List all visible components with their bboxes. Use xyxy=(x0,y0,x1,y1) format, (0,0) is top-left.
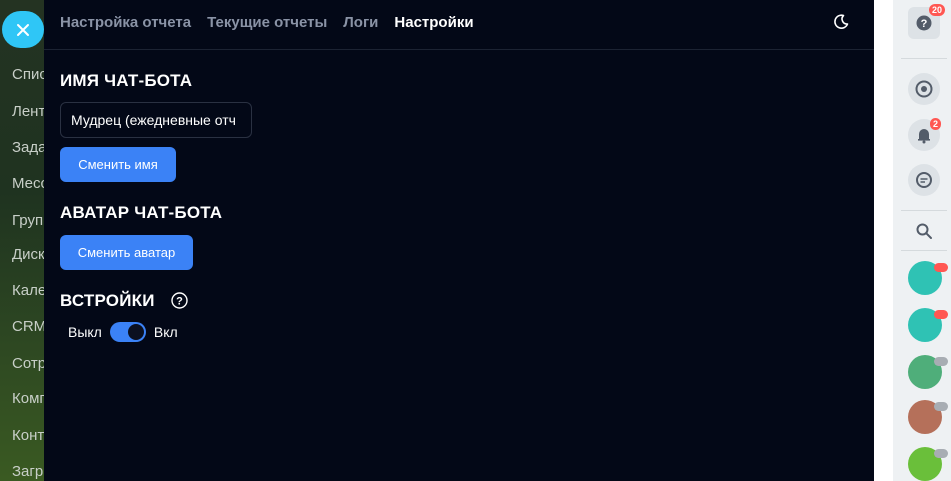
chat-icon xyxy=(916,172,932,188)
toolbar-separator xyxy=(901,250,947,251)
search-button[interactable] xyxy=(908,215,940,247)
bg-sidebar-item: Комп xyxy=(12,390,48,407)
close-button[interactable] xyxy=(2,11,44,48)
avatar-badge xyxy=(934,357,948,366)
close-icon xyxy=(17,23,29,36)
avatar-badge xyxy=(934,402,948,411)
settings-panel: Настройка отчета Текущие отчеты Логи Нас… xyxy=(44,0,874,481)
chat-button[interactable] xyxy=(908,164,940,196)
bot-name-input[interactable] xyxy=(60,102,252,138)
toolbar-separator xyxy=(901,58,947,59)
toggle-knob xyxy=(127,324,144,340)
bg-sidebar-item: Лент xyxy=(12,103,46,120)
avatar-badge xyxy=(934,263,948,272)
tab-settings[interactable]: Настройки xyxy=(394,14,473,31)
help-badge: 20 xyxy=(929,4,946,16)
embed-toggle-switch[interactable] xyxy=(109,322,146,342)
bg-sidebar-item: Кале xyxy=(12,282,47,299)
bot-avatar-heading: АВАТАР ЧАТ-БОТА xyxy=(60,203,223,222)
change-name-button[interactable]: Сменить имя xyxy=(60,147,176,182)
bg-sidebar-item: Спис xyxy=(12,66,47,83)
tab-report-setup[interactable]: Настройка отчета xyxy=(60,14,191,31)
avatar-badge xyxy=(934,310,948,319)
tab-logs[interactable]: Логи xyxy=(343,14,378,31)
change-avatar-button[interactable]: Сменить аватар xyxy=(60,235,193,270)
bg-sidebar-item: Груп xyxy=(12,212,44,229)
header-divider xyxy=(44,49,874,50)
tab-current-reports[interactable]: Текущие отчеты xyxy=(207,14,327,31)
panel-gap xyxy=(874,0,893,481)
bg-sidebar-item: Месс xyxy=(12,175,49,192)
bg-sidebar-item: Диск xyxy=(12,246,45,263)
bg-sidebar-item: Загр xyxy=(12,463,44,480)
avatar-badge xyxy=(934,449,948,458)
bg-sidebar-item: Сотр xyxy=(12,355,47,372)
bot-name-heading: ИМЯ ЧАТ-БОТА xyxy=(60,71,193,90)
embed-toggle-row: Выкл Вкл xyxy=(68,322,178,342)
dark-mode-moon-icon[interactable] xyxy=(832,13,850,31)
svg-text:?: ? xyxy=(176,296,183,308)
help-icon[interactable]: ? xyxy=(171,292,188,309)
bell-icon xyxy=(918,129,930,144)
bg-sidebar-item: Зада xyxy=(12,139,47,156)
search-icon xyxy=(916,223,932,239)
copilot-icon xyxy=(915,80,933,98)
bg-sidebar-item: CRM xyxy=(12,318,47,335)
toggle-on-label: Вкл xyxy=(153,324,178,340)
bg-sidebar-item: Конт xyxy=(12,427,45,444)
embed-heading: ВСТРОЙКИ xyxy=(60,291,155,310)
tab-bar: Настройка отчета Текущие отчеты Логи Нас… xyxy=(60,14,474,31)
notifications-badge: 2 xyxy=(930,118,942,130)
right-toolbar: ? 20 2 xyxy=(893,0,951,481)
toolbar-separator xyxy=(901,210,947,211)
toggle-off-label: Выкл xyxy=(68,324,102,340)
copilot-button[interactable] xyxy=(908,73,940,105)
question-icon: ? xyxy=(916,15,932,31)
svg-text:?: ? xyxy=(921,18,928,30)
